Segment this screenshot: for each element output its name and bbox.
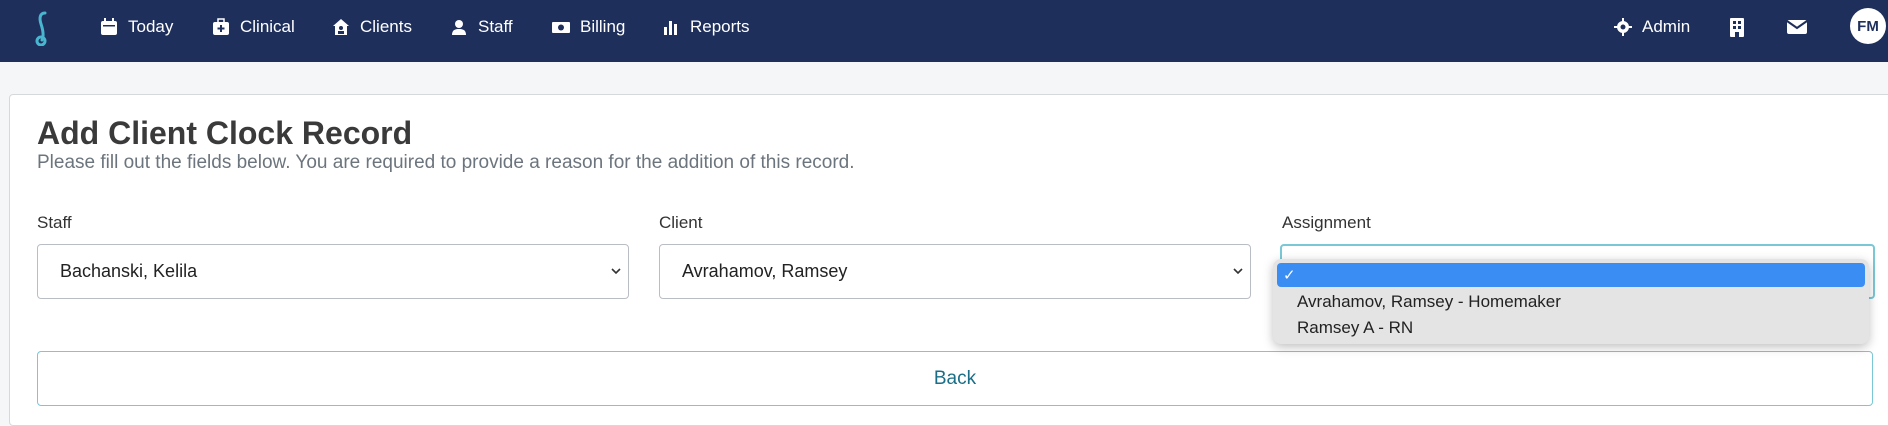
nav-reports[interactable]: Reports	[662, 0, 750, 54]
nav-staff-label: Staff	[478, 17, 513, 36]
chevron-down-icon	[611, 268, 621, 275]
page-title: Add Client Clock Record	[37, 115, 413, 151]
nav-clinical[interactable]: Clinical	[212, 0, 295, 54]
nav-clients[interactable]: Clients	[332, 0, 412, 54]
nav-reports-label: Reports	[690, 17, 750, 36]
staff-select[interactable]: Bachanski, Kelila	[37, 244, 629, 299]
assignment-dropdown: ✓ Avrahamov, Ramsey - Homemaker Ramsey A…	[1273, 259, 1869, 344]
money-icon	[552, 22, 570, 33]
avatar[interactable]: FM	[1850, 8, 1886, 44]
chevron-down-icon	[1233, 268, 1243, 275]
nav-staff[interactable]: Staff	[450, 0, 513, 54]
nav-admin-label: Admin	[1642, 17, 1691, 36]
nav-today-label: Today	[128, 17, 174, 36]
assignment-option-blank[interactable]: ✓	[1277, 263, 1865, 287]
user-nurse-icon	[452, 20, 466, 35]
assignment-option-label: Ramsey A - RN	[1297, 318, 1414, 337]
gear-icon	[1614, 18, 1632, 36]
bar-chart-icon	[664, 21, 677, 35]
assignment-option-homemaker[interactable]: Avrahamov, Ramsey - Homemaker	[1277, 290, 1865, 314]
stethoscope-logo-icon[interactable]	[30, 10, 56, 46]
calendar-icon	[101, 18, 117, 35]
medical-kit-icon	[213, 18, 229, 35]
assignment-option-rn[interactable]: Ramsey A - RN	[1277, 316, 1865, 340]
staff-label: Staff	[37, 213, 72, 232]
back-button[interactable]: Back	[37, 351, 1873, 406]
envelope-icon[interactable]	[1786, 16, 1808, 38]
staff-select-value: Bachanski, Kelila	[60, 261, 198, 281]
nav-admin[interactable]: Admin	[1614, 0, 1690, 54]
nav-clients-label: Clients	[360, 17, 412, 36]
client-select[interactable]: Avrahamov, Ramsey	[659, 244, 1251, 299]
nav-clinical-label: Clinical	[240, 17, 295, 36]
client-select-value: Avrahamov, Ramsey	[682, 261, 848, 281]
nav-today[interactable]: Today	[100, 0, 173, 54]
building-icon[interactable]	[1726, 16, 1748, 38]
house-user-icon	[333, 19, 349, 35]
nav-billing[interactable]: Billing	[552, 0, 625, 54]
nav-billing-label: Billing	[580, 17, 626, 36]
client-label: Client	[659, 213, 703, 232]
assignment-label: Assignment	[1282, 213, 1371, 232]
page-subtitle: Please fill out the fields below. You ar…	[37, 152, 855, 173]
checkmark-icon: ✓	[1283, 267, 1296, 284]
assignment-option-label: Avrahamov, Ramsey - Homemaker	[1297, 292, 1561, 311]
top-navbar: Today Clinical Clients Staff Billing Rep…	[0, 0, 1888, 62]
